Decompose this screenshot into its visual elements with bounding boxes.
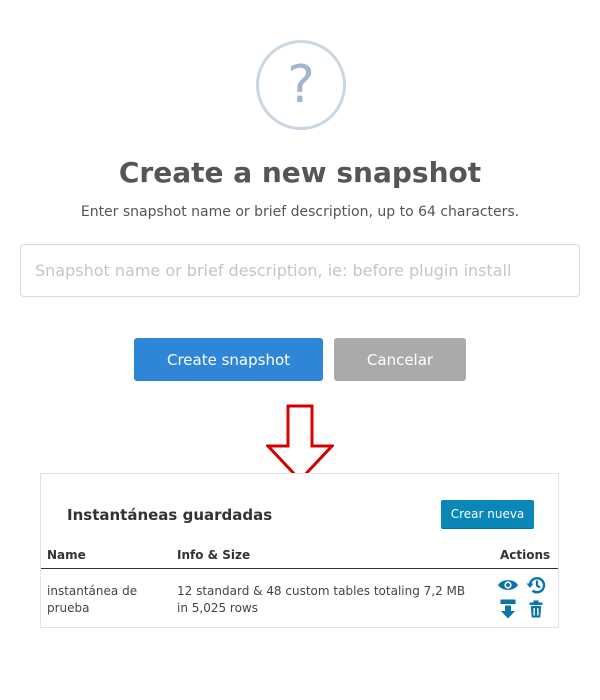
row-actions <box>497 575 551 619</box>
dialog-subtitle: Enter snapshot name or brief description… <box>80 204 520 220</box>
dialog-title: Create a new snapshot <box>118 156 482 189</box>
create-new-button[interactable]: Crear nueva <box>441 500 534 529</box>
table-row: instantánea de prueba 12 standard & 48 c… <box>41 569 558 627</box>
view-icon[interactable] <box>497 575 519 595</box>
column-header-actions: Actions <box>500 548 551 562</box>
table-header: Name Info & Size Actions <box>41 544 558 569</box>
down-arrow-icon <box>266 404 334 482</box>
question-mark-icon: ? <box>256 40 346 130</box>
snapshot-name-cell: instantánea de prueba <box>47 584 138 615</box>
snapshot-info-cell: 12 standard & 48 custom tables totaling … <box>177 584 466 615</box>
question-mark-glyph: ? <box>287 55 315 115</box>
cancel-button[interactable]: Cancelar <box>334 338 466 381</box>
delete-icon[interactable] <box>525 599 547 619</box>
column-header-name: Name <box>47 548 86 562</box>
saved-snapshots-panel: Instantáneas guardadas Crear nueva Name … <box>40 473 559 628</box>
snapshot-name-input[interactable] <box>20 244 580 297</box>
column-header-info: Info & Size <box>177 548 251 562</box>
create-snapshot-button[interactable]: Create snapshot <box>134 338 323 381</box>
restore-icon[interactable] <box>525 575 547 595</box>
panel-title: Instantáneas guardadas <box>67 506 273 524</box>
download-icon[interactable] <box>497 599 519 619</box>
